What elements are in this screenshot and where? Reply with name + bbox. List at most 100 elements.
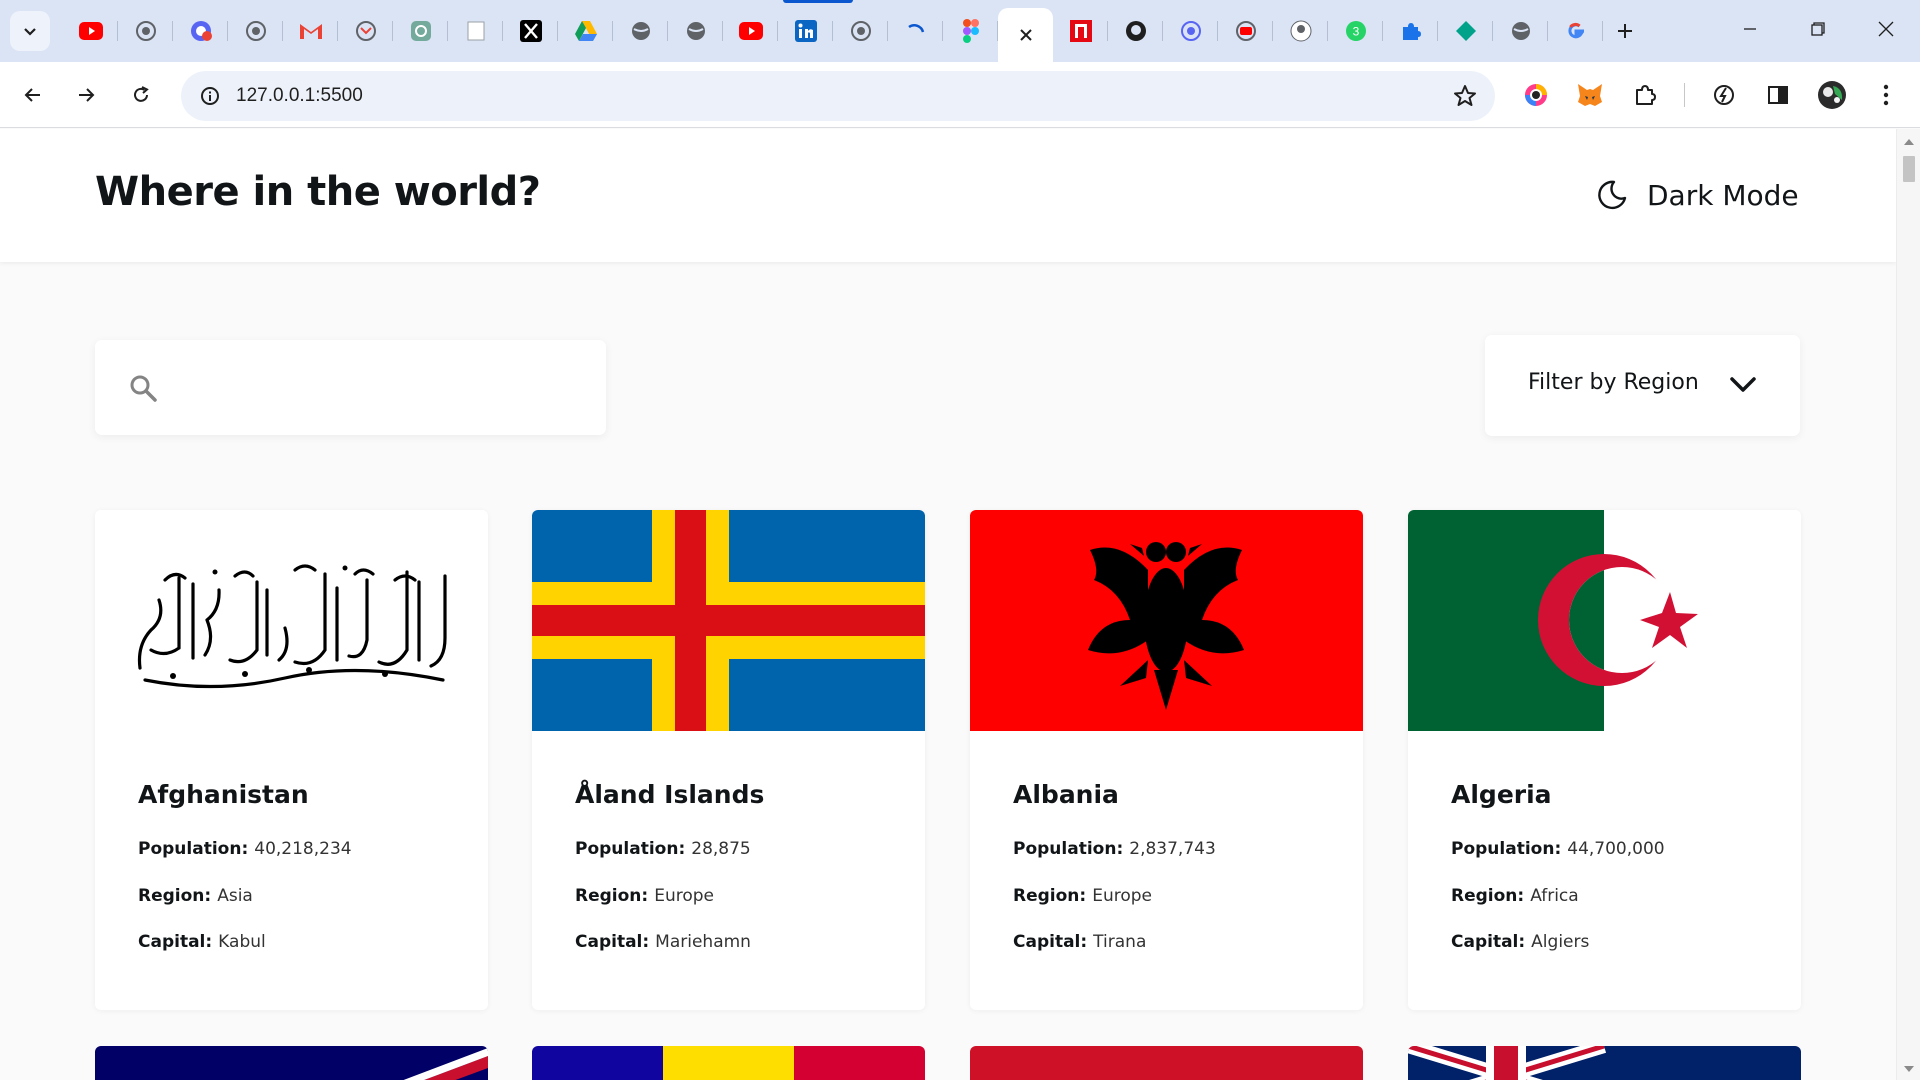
country-card-partial[interactable]: [95, 1046, 488, 1080]
tab-web-4[interactable]: [1493, 8, 1548, 54]
side-panel-button[interactable]: [1760, 77, 1796, 113]
minimize-button[interactable]: [1716, 0, 1784, 58]
tab-gmail[interactable]: [283, 8, 338, 54]
tab-counter[interactable]: 3: [1328, 8, 1383, 54]
arrow-right-icon: [79, 88, 95, 102]
capital-row: Capital: Mariehamn: [575, 932, 751, 952]
extensions-menu-button[interactable]: [1627, 77, 1663, 113]
scroll-up-icon[interactable]: [1904, 139, 1914, 145]
country-card-partial[interactable]: [532, 1046, 925, 1080]
tab-drive[interactable]: [558, 8, 613, 54]
tab-generic-3[interactable]: [338, 8, 393, 54]
search-box[interactable]: [95, 340, 606, 435]
tab-search-button[interactable]: [10, 11, 50, 51]
address-bar[interactable]: 127.0.0.1:5500: [181, 71, 1495, 121]
close-icon[interactable]: [1019, 28, 1033, 42]
star-icon: [1454, 85, 1476, 106]
page-scrollbar[interactable]: [1896, 129, 1920, 1080]
country-card-aland-islands[interactable]: Åland Islands Population: 28,875 Region: E…: [532, 510, 925, 1010]
youtube-icon: [1235, 21, 1256, 41]
capital-value: Tirana: [1093, 932, 1147, 952]
country-card-algeria[interactable]: Algeria Population: 44,700,000 Region: Afr…: [1408, 510, 1801, 1010]
tab-web-1[interactable]: [613, 8, 668, 54]
country-name: Algeria: [1451, 780, 1552, 809]
back-button[interactable]: [15, 77, 51, 113]
restore-button[interactable]: [1784, 0, 1852, 58]
tab-list: 3: [63, 8, 1647, 62]
tab-web-3[interactable]: [1163, 8, 1218, 54]
new-tab-button[interactable]: [1603, 8, 1647, 54]
close-window-button[interactable]: [1852, 0, 1920, 58]
region-row: Region: Europe: [1013, 886, 1152, 906]
avatar-icon: [1290, 20, 1311, 42]
country-card-partial[interactable]: [1408, 1046, 1801, 1080]
tab-loading[interactable]: [888, 8, 943, 54]
tab-youtube-2[interactable]: [723, 8, 778, 54]
tab-avatar-site[interactable]: [1273, 8, 1328, 54]
close-icon: [1878, 21, 1894, 37]
tab-x[interactable]: [503, 8, 558, 54]
tab-linkedin[interactable]: [778, 8, 833, 54]
tab-document[interactable]: [448, 8, 503, 54]
forward-button[interactable]: [68, 77, 104, 113]
tab-youtube-3[interactable]: [1218, 8, 1273, 54]
window-controls: [1716, 0, 1920, 58]
tab-netflix[interactable]: [1053, 8, 1108, 54]
bookmark-button[interactable]: [1451, 82, 1479, 110]
extension-colorpick[interactable]: [1518, 77, 1554, 113]
scroll-down-icon[interactable]: [1904, 1066, 1914, 1072]
restore-icon: [1811, 22, 1825, 36]
capital-label: Capital:: [1451, 932, 1526, 952]
tab-github-1[interactable]: [833, 8, 888, 54]
country-name: Afghanistan: [138, 780, 309, 809]
tab-generic-1[interactable]: [118, 8, 173, 54]
profile-avatar[interactable]: [1814, 77, 1850, 113]
more-vertical-icon: [1883, 84, 1889, 106]
info-icon: [201, 87, 219, 105]
tab-web-2[interactable]: [668, 8, 723, 54]
search-input[interactable]: [185, 368, 585, 408]
tab-chatgpt[interactable]: [393, 8, 448, 54]
tab-google[interactable]: [1548, 8, 1603, 54]
x-logo-icon: [519, 20, 542, 42]
moon-icon: [1598, 180, 1627, 210]
tab-discord[interactable]: [173, 8, 228, 54]
tab-extension[interactable]: [1383, 8, 1438, 54]
url-text[interactable]: 127.0.0.1:5500: [236, 85, 363, 107]
browser-toolbar: 127.0.0.1:5500: [0, 62, 1920, 128]
reload-icon: [134, 86, 149, 102]
chatgpt-icon: [410, 21, 431, 41]
youtube-icon: [738, 22, 763, 40]
capital-value: Algiers: [1531, 932, 1590, 952]
extension-metamask[interactable]: [1572, 77, 1608, 113]
flag-image: [95, 1046, 488, 1080]
tab-figma[interactable]: [943, 8, 998, 54]
tab-generic-2[interactable]: [228, 8, 283, 54]
tab-active-close[interactable]: [998, 8, 1053, 62]
chevron-down-icon: [24, 28, 36, 36]
region-label: Region:: [575, 886, 649, 906]
scrollbar-thumb[interactable]: [1903, 156, 1915, 182]
reload-button[interactable]: [123, 77, 159, 113]
tab-github-2[interactable]: [1108, 8, 1163, 54]
globe-icon: [1180, 21, 1201, 41]
country-card-partial[interactable]: [970, 1046, 1363, 1080]
region-value: Asia: [217, 886, 253, 906]
linkedin-icon: [794, 20, 817, 42]
toolbar-separator: [1684, 83, 1685, 107]
page-viewport: Where in the world? Dark Mode Filter by …: [0, 129, 1896, 1080]
country-card-afghanistan[interactable]: Afghanistan Population: 40,218,234 Region…: [95, 510, 488, 1010]
dark-mode-toggle[interactable]: Dark Mode: [1595, 175, 1799, 215]
capital-label: Capital:: [138, 932, 213, 952]
tab-youtube[interactable]: [63, 8, 118, 54]
site-info-button[interactable]: [193, 79, 227, 113]
tab-diamond[interactable]: [1438, 8, 1493, 54]
country-name: Albania: [1013, 780, 1119, 809]
flag-image: [1408, 1046, 1801, 1080]
browser-menu-button[interactable]: [1868, 77, 1904, 113]
country-card-albania[interactable]: Albania Population: 2,837,743 Region: Euro…: [970, 510, 1363, 1010]
arrow-left-icon: [24, 88, 40, 102]
metamask-fox-icon: [1578, 84, 1602, 106]
region-filter-dropdown[interactable]: Filter by Region: [1485, 335, 1800, 436]
performance-button[interactable]: [1706, 77, 1742, 113]
